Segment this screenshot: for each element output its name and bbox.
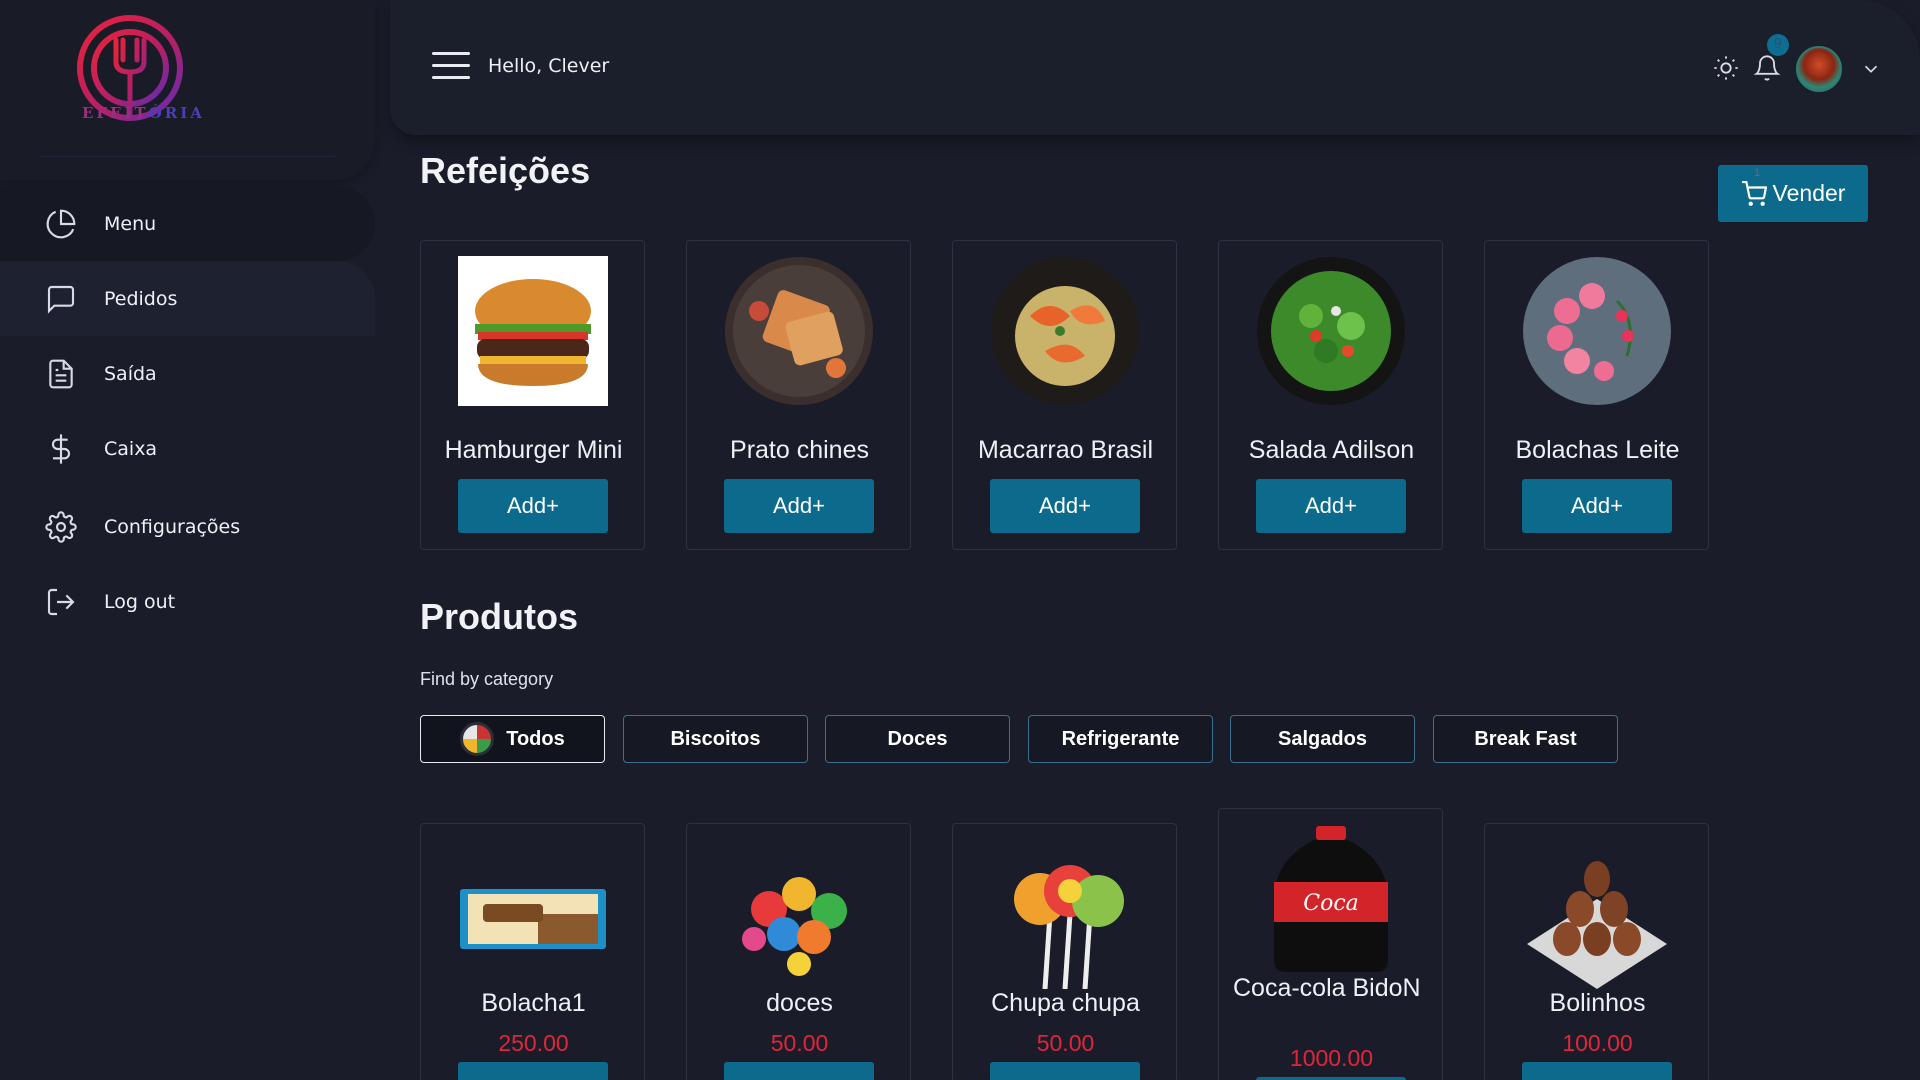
cart-count: 1 <box>1754 167 1761 179</box>
meal-card: Salada Adilson 2000.00 Add+ <box>1218 240 1443 550</box>
product-price: 50.00 <box>1036 1030 1095 1056</box>
chip-label: Salgados <box>1278 727 1367 750</box>
product-price: 1000.00 <box>1289 1045 1374 1071</box>
chip-label: Refrigerante <box>1061 727 1180 750</box>
add-button[interactable]: Add+ <box>990 479 1140 533</box>
product-price: 250.00 <box>498 1030 569 1056</box>
meal-card: Hamburger Mini 1500.00 Add+ <box>420 240 645 550</box>
chip-label: Doces <box>887 727 948 750</box>
chip-label: Todos <box>506 727 565 750</box>
category-icon <box>460 722 495 756</box>
add-button[interactable] <box>1522 1062 1672 1080</box>
sidebar: EFEITÓRIA Menu Pedidos Saída Caixa Confi… <box>0 0 375 1080</box>
salad-image <box>1256 256 1406 406</box>
file-text-icon <box>44 357 78 391</box>
meal-name: Prato chines <box>730 436 869 464</box>
sidebar-item-label: Configurações <box>104 515 241 538</box>
chevron-down-icon[interactable] <box>1860 58 1882 80</box>
cart-icon <box>1741 180 1767 206</box>
sidebar-item-label: Caixa <box>104 437 158 460</box>
add-button[interactable]: Add+ <box>724 479 874 533</box>
meals-title: Refeições <box>420 150 591 191</box>
category-chip-break-fast[interactable]: Break Fast <box>1433 715 1618 763</box>
divider <box>40 156 335 157</box>
product-name: Bolinhos <box>1549 989 1646 1017</box>
sidebar-item-configuracoes[interactable]: Configurações <box>0 489 375 564</box>
product-price: 50.00 <box>770 1030 829 1056</box>
meal-name: Macarrao Brasil <box>977 436 1154 464</box>
add-button[interactable]: Add+ <box>1522 479 1672 533</box>
category-chip-refrigerante[interactable]: Refrigerante <box>1028 715 1213 763</box>
product-name: Coca-cola BidoN <box>1233 974 1421 1002</box>
logo-area: EFEITÓRIA <box>0 0 375 180</box>
log-out-icon <box>44 585 78 619</box>
sidebar-item-label: Menu <box>104 212 157 235</box>
gear-icon <box>44 510 78 544</box>
product-price: 100.00 <box>1562 1030 1633 1056</box>
sidebar-item-saida[interactable]: Saída <box>0 336 375 411</box>
message-square-icon <box>44 282 78 316</box>
find-by-category-label: Find by category <box>420 669 554 689</box>
sell-button[interactable]: 1 Vender <box>1718 165 1868 222</box>
product-name: Chupa chupa <box>991 989 1140 1017</box>
sell-button-label: Vender <box>1772 180 1846 206</box>
logo-wordmark: EFEITÓRIA <box>82 104 205 122</box>
category-chip-doces[interactable]: Doces <box>825 715 1010 763</box>
notification-badge: 9 <box>1767 34 1789 56</box>
svg-text:Coca: Coca <box>1303 891 1359 916</box>
top-header: Hello, Clever 9 <box>390 0 1920 135</box>
lollipop-image <box>990 839 1140 989</box>
meal-name: Bolachas Leite <box>1515 436 1680 464</box>
category-chip-biscoitos[interactable]: Biscoitos <box>623 715 808 763</box>
add-button[interactable]: Add+ <box>458 479 608 533</box>
category-chip-todos[interactable]: Todos <box>420 715 605 763</box>
dish-image <box>724 256 874 406</box>
products-title: Produtos <box>420 596 578 637</box>
meal-card: Bolachas Leite 1000.00 Add+ <box>1484 240 1709 550</box>
meal-card: Prato chines 2000.00 Add+ <box>686 240 911 550</box>
product-card: Coca Coca-cola BidoN 1000.00 <box>1218 808 1443 1080</box>
bell-icon[interactable] <box>1753 54 1781 82</box>
meal-card: Macarrao Brasil 2000.00 Add+ <box>952 240 1177 550</box>
macarons-image <box>1522 256 1672 406</box>
sidebar-nav: Menu Pedidos Saída Caixa Configurações L… <box>0 180 375 639</box>
hamburger-menu-icon[interactable] <box>432 52 470 82</box>
hamburger-image <box>458 256 608 406</box>
product-card: Bolinhos 100.00 <box>1484 823 1709 1080</box>
product-card: Chupa chupa 50.00 <box>952 823 1177 1080</box>
chip-label: Break Fast <box>1474 727 1577 750</box>
avatar[interactable] <box>1796 46 1842 92</box>
product-card: doces 50.00 <box>686 823 911 1080</box>
sidebar-item-menu[interactable]: Menu <box>0 186 375 261</box>
meal-name: Salada Adilson <box>1248 436 1415 464</box>
dollar-sign-icon <box>44 432 78 466</box>
sidebar-item-label: Log out <box>104 590 176 613</box>
sun-icon[interactable] <box>1712 54 1740 82</box>
dumplings-image <box>1522 839 1672 989</box>
product-name: Bolacha1 <box>481 989 586 1017</box>
pasta-image <box>990 256 1140 406</box>
sidebar-item-logout[interactable]: Log out <box>0 564 375 639</box>
greeting-text: Hello, Clever <box>488 55 610 77</box>
sidebar-item-caixa[interactable]: Caixa <box>0 411 375 486</box>
meal-name: Hamburger Mini <box>444 436 623 464</box>
sidebar-item-pedidos[interactable]: Pedidos <box>0 261 375 336</box>
coca-cola-image: Coca <box>1256 824 1406 974</box>
add-button[interactable] <box>458 1062 608 1080</box>
category-chip-salgados[interactable]: Salgados <box>1230 715 1415 763</box>
add-button[interactable]: Add+ <box>1256 479 1406 533</box>
product-name: doces <box>766 989 833 1017</box>
pie-chart-icon <box>44 207 78 241</box>
gummies-image <box>724 839 874 989</box>
chip-label: Biscoitos <box>670 727 761 750</box>
sidebar-item-label: Pedidos <box>104 287 178 310</box>
sidebar-item-label: Saída <box>104 362 157 385</box>
add-button[interactable] <box>990 1062 1140 1080</box>
biscuit-image <box>458 844 608 994</box>
product-card: Bolacha1 250.00 <box>420 823 645 1080</box>
add-button[interactable] <box>724 1062 874 1080</box>
